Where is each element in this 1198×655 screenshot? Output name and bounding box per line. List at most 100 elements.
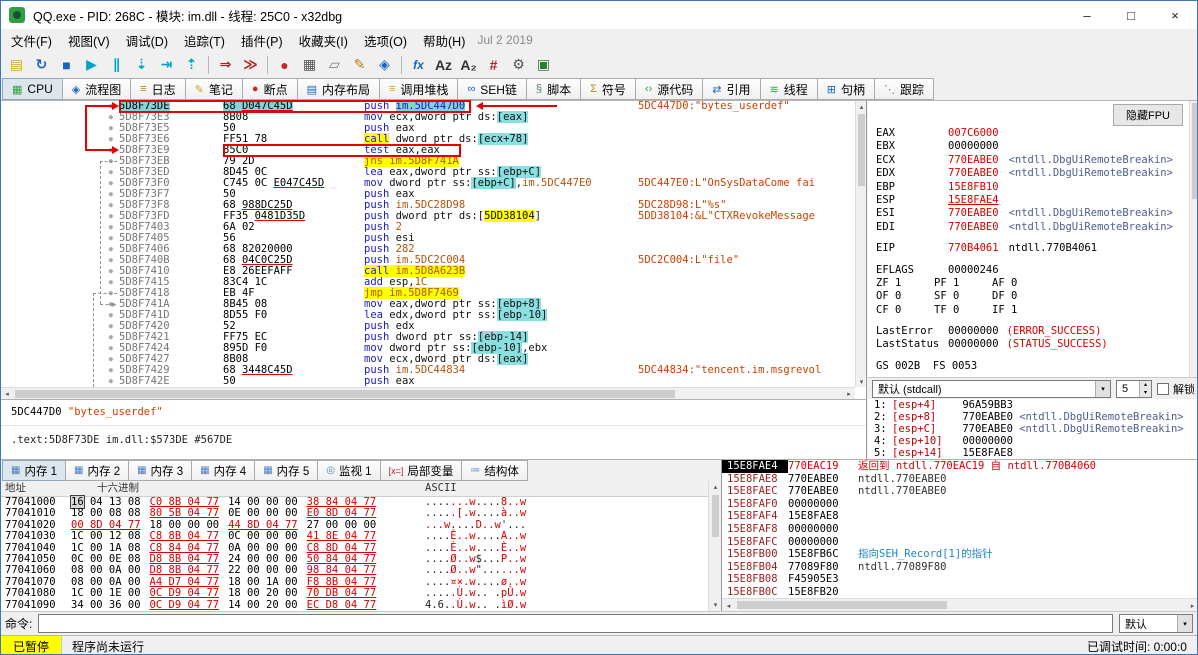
- dump-tab-memory-1[interactable]: ▦ 内存 1: [2, 460, 67, 481]
- tab-log[interactable]: ≡ 日志: [130, 78, 186, 100]
- stack-row[interactable]: 15E8FAF4 15E8FAE8: [722, 510, 1197, 523]
- toolbar-case-az-icon[interactable]: Az: [431, 53, 456, 76]
- tab-symbols[interactable]: Σ 符号: [580, 78, 636, 100]
- chevron-down-icon[interactable]: ▾: [1177, 615, 1192, 632]
- toolbar-case-a2-icon[interactable]: A₂: [456, 53, 481, 76]
- dump-tab-watch-1[interactable]: ◎ 监视 1: [317, 460, 381, 481]
- tab-cpu[interactable]: ▦ CPU: [2, 78, 63, 100]
- menu-item[interactable]: 帮助(H): [415, 28, 473, 53]
- stack-row[interactable]: 15E8FAF8 00000000: [722, 523, 1197, 536]
- toolbar-log-window-icon[interactable]: ▱: [322, 53, 347, 76]
- toolbar-step-out-icon[interactable]: ⇡: [179, 53, 204, 76]
- breakpoint-dot-icon[interactable]: ●: [109, 178, 113, 189]
- breakpoint-gutter[interactable]: ●: [1, 255, 119, 266]
- breakpoint-gutter[interactable]: ●: [1, 332, 119, 343]
- breakpoint-dot-icon[interactable]: ●: [109, 299, 113, 310]
- breakpoint-gutter[interactable]: ●: [1, 200, 119, 211]
- disasm-vscrollbar[interactable]: ▴ ▾: [855, 101, 866, 387]
- disasm-row[interactable]: ● 5D8F742E 50 push eax: [1, 376, 855, 387]
- spinner-down-icon[interactable]: ▾: [1140, 388, 1151, 397]
- breakpoint-gutter[interactable]: ●: [1, 244, 119, 255]
- breakpoint-gutter[interactable]: ●: [1, 134, 119, 145]
- dump-row[interactable]: 77041030 1C 00 12 08 C8 8B 04 77 0C 00 00 0…: [1, 530, 721, 542]
- toolbar-graph-icon[interactable]: ◈: [372, 53, 397, 76]
- breakpoint-dot-icon[interactable]: ●: [109, 156, 113, 167]
- toolbar-stop-icon[interactable]: ■: [54, 53, 79, 76]
- tab-script[interactable]: § 脚本: [525, 78, 582, 100]
- tab-breakpoints[interactable]: ● 断点: [241, 78, 298, 100]
- breakpoint-gutter[interactable]: ●: [1, 123, 119, 134]
- tab-graph[interactable]: ◈ 流程图: [61, 78, 132, 100]
- breakpoint-dot-icon[interactable]: ●: [109, 167, 113, 178]
- tab-call-stack[interactable]: ≡ 调用堆栈: [379, 78, 459, 100]
- dump-row[interactable]: 77041090 34 00 36 00 0C D9 04 77 14 00 20 0…: [1, 599, 721, 611]
- dump-tab-memory-3[interactable]: ▦ 内存 3: [128, 460, 193, 481]
- breakpoint-dot-icon[interactable]: ●: [109, 321, 113, 332]
- scroll-thumb[interactable]: [712, 495, 719, 537]
- argument-row[interactable]: 3: [esp+C] 770EABE0 <ntdll.DbgUiRemoteBre…: [868, 423, 1197, 435]
- breakpoint-dot-icon[interactable]: ●: [109, 134, 113, 145]
- breakpoint-gutter[interactable]: ●: [1, 321, 119, 332]
- menu-item[interactable]: 插件(P): [233, 28, 291, 53]
- argument-row[interactable]: 4: [esp+10] 00000000: [868, 435, 1197, 447]
- menu-item[interactable]: 调试(D): [118, 28, 176, 53]
- argument-row[interactable]: 2: [esp+8] 770EABE0 <ntdll.DbgUiRemoteBre…: [868, 411, 1197, 423]
- breakpoint-dot-icon[interactable]: ●: [109, 288, 113, 299]
- tab-threads[interactable]: ≋ 线程: [759, 78, 818, 100]
- breakpoint-dot-icon[interactable]: ●: [109, 343, 113, 354]
- tab-source[interactable]: ‹› 源代码: [634, 78, 704, 100]
- spinner-up-icon[interactable]: ▴: [1140, 380, 1151, 389]
- dump-tab-memory-5[interactable]: ▦ 内存 5: [254, 460, 319, 481]
- breakpoint-dot-icon[interactable]: ●: [109, 145, 113, 156]
- toolbar-open-file-icon[interactable]: ▤: [4, 53, 29, 76]
- breakpoint-gutter[interactable]: ●: [1, 101, 119, 112]
- toolbar-step-over-icon[interactable]: ⇥: [154, 53, 179, 76]
- stack-row[interactable]: 15E8FB0C 15E8FB20: [722, 586, 1197, 598]
- breakpoint-gutter[interactable]: ●: [1, 299, 119, 310]
- breakpoint-dot-icon[interactable]: ●: [109, 332, 113, 343]
- breakpoint-dot-icon[interactable]: ●: [109, 255, 113, 266]
- breakpoint-dot-icon[interactable]: ●: [109, 266, 113, 277]
- unlock-checkbox[interactable]: 解锁: [1157, 381, 1195, 397]
- toolbar-restart-icon[interactable]: ↻: [29, 53, 54, 76]
- selected-byte[interactable]: 16: [70, 495, 85, 509]
- breakpoint-dot-icon[interactable]: ●: [109, 123, 113, 134]
- checkbox-icon[interactable]: [1157, 382, 1169, 395]
- argument-row[interactable]: 5: [esp+14] 15E8FAE8: [868, 447, 1197, 459]
- breakpoint-gutter[interactable]: ●: [1, 233, 119, 244]
- breakpoint-dot-icon[interactable]: ●: [109, 200, 113, 211]
- breakpoint-dot-icon[interactable]: ●: [109, 211, 113, 222]
- toolbar-patches-icon[interactable]: ✎: [347, 53, 372, 76]
- dump-tab-struct[interactable]: ≔ 结构体: [461, 460, 528, 481]
- toolbar-step-into-icon[interactable]: ⇣: [129, 53, 154, 76]
- scroll-down-icon[interactable]: ▾: [709, 599, 722, 611]
- scroll-up-icon[interactable]: ▴: [709, 481, 722, 493]
- minimize-button[interactable]: –: [1065, 1, 1109, 29]
- stack-row[interactable]: 15E8FAE4 770EAC19 返回到 ntdll.770EAC19 自 ntd…: [722, 460, 1197, 473]
- breakpoint-gutter[interactable]: ●: [1, 222, 119, 233]
- command-mode-dropdown[interactable]: 默认 ▾: [1119, 614, 1193, 633]
- scroll-thumb[interactable]: [737, 601, 947, 609]
- scroll-down-icon[interactable]: ▾: [856, 376, 867, 387]
- maximize-button[interactable]: □: [1109, 1, 1153, 29]
- argument-count-stepper[interactable]: 5 ▴ ▾: [1116, 379, 1152, 398]
- breakpoint-gutter[interactable]: ●: [1, 288, 119, 299]
- menu-item[interactable]: 视图(V): [60, 28, 118, 53]
- tab-references[interactable]: ⇄ 引用: [702, 78, 761, 100]
- breakpoint-gutter[interactable]: ●: [1, 189, 119, 200]
- toolbar-run-icon[interactable]: ▶: [79, 53, 104, 76]
- stack-row[interactable]: 15E8FB08 F45905E3: [722, 573, 1197, 586]
- dump-row[interactable]: 77041080 1C 00 1E 00 0C D9 04 77 18 00 20 0…: [1, 587, 721, 599]
- breakpoint-dot-icon[interactable]: ●: [109, 277, 113, 288]
- breakpoint-gutter[interactable]: ●: [1, 112, 119, 123]
- breakpoint-gutter[interactable]: ●: [1, 145, 119, 156]
- toolbar-functions-icon[interactable]: fx: [406, 53, 431, 76]
- stack-row[interactable]: 15E8FAF0 00000000: [722, 498, 1197, 511]
- stack-row[interactable]: 15E8FB04 77089F80 ntdll.77089F80: [722, 561, 1197, 574]
- stack-hscrollbar[interactable]: ◂ ▸: [722, 598, 1197, 611]
- toolbar-settings-gear-icon[interactable]: ⚙: [506, 53, 531, 76]
- menu-item[interactable]: 文件(F): [3, 28, 60, 53]
- hide-fpu-button[interactable]: 隐藏FPU: [1113, 104, 1183, 126]
- calling-convention-dropdown[interactable]: 默认 (stdcall) ▾: [872, 379, 1111, 398]
- scroll-thumb[interactable]: [1192, 103, 1197, 199]
